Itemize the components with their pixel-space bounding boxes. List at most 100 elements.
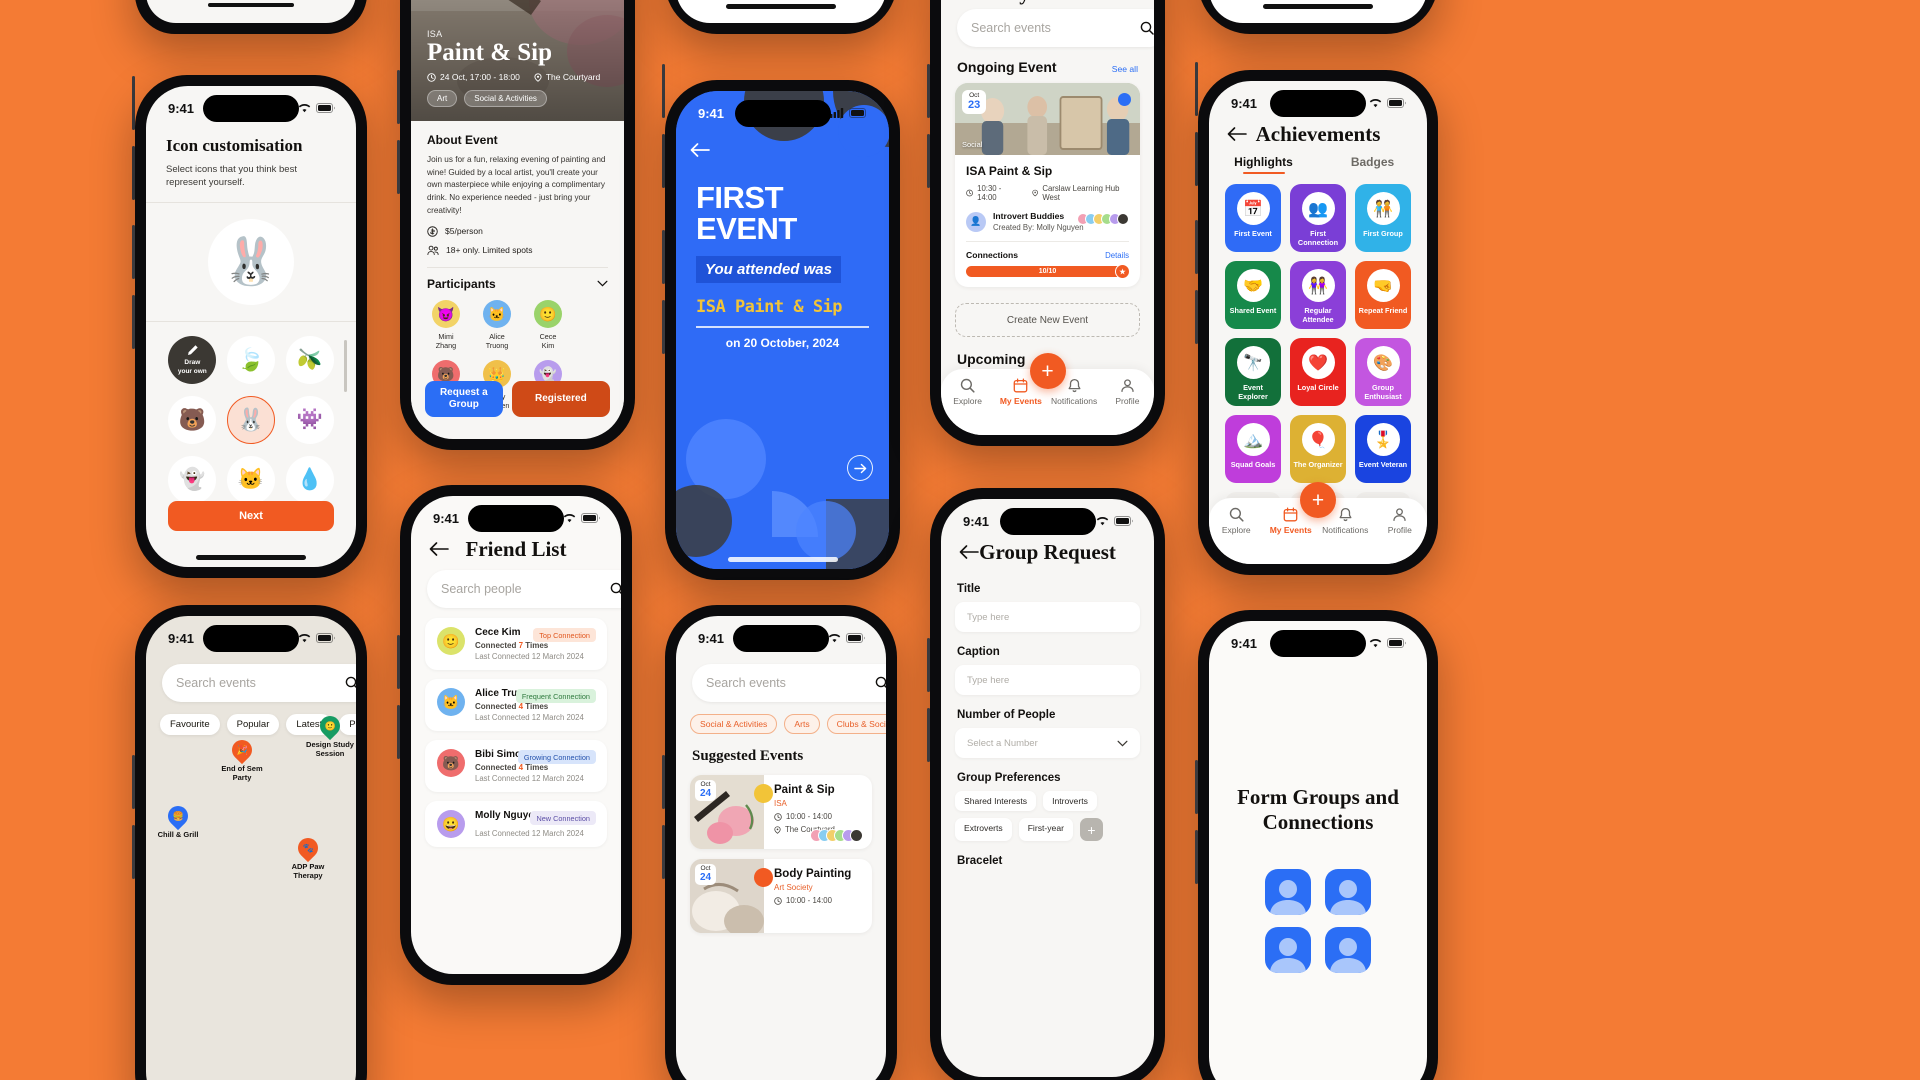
avatar-more xyxy=(1117,213,1129,225)
friend-row-bibi-simon[interactable]: 🐻 Bibi Simon Connected 4 Times Last Conn… xyxy=(425,740,607,792)
friend-row-molly-nguyen[interactable]: 😀 Molly Nguyen Last Connected 12 March 2… xyxy=(425,801,607,847)
icon-option-purple-ghost[interactable]: 👻 xyxy=(168,455,217,504)
next-arrow-button[interactable] xyxy=(847,455,873,481)
icon-option-draw-your-own[interactable]: Draw your own xyxy=(168,335,217,384)
participant-mimi-zhang[interactable]: 😈 Mimi Zhang xyxy=(427,299,465,350)
map-chip-popular[interactable]: Popular xyxy=(226,714,280,735)
connected-prefix: Connected xyxy=(475,763,517,772)
number-input[interactable] xyxy=(967,737,1117,749)
back-button[interactable] xyxy=(429,542,451,556)
badge-first-group[interactable]: 🧑‍🤝‍🧑 First Group xyxy=(1355,184,1411,252)
event-tag-art[interactable]: Art xyxy=(427,90,458,107)
avatar-illustration-row-1 xyxy=(1209,869,1427,916)
search-input[interactable] xyxy=(441,582,602,596)
chip-arts[interactable]: Arts xyxy=(784,714,820,734)
phone-group-name: Group Name xyxy=(132,0,367,200)
create-new-event-button[interactable]: Create New Event xyxy=(955,303,1140,337)
search-input[interactable] xyxy=(706,676,867,690)
pref-chip-shared-interests[interactable]: Shared Interests xyxy=(955,791,1037,811)
title-input[interactable] xyxy=(967,611,1128,623)
tab-explore[interactable]: Explore xyxy=(1209,507,1264,535)
badge-first-event[interactable]: 📅 First Event xyxy=(1225,184,1281,252)
back-button[interactable] xyxy=(1227,127,1249,141)
scrollbar-thumb[interactable] xyxy=(344,339,347,392)
chip-social-activities[interactable]: Social & Activities xyxy=(690,714,778,734)
friend-row-cece-kim[interactable]: 🙂 Cece Kim Connected 7 Times Last Connec… xyxy=(425,618,607,670)
pref-chip-introverts[interactable]: Introverts xyxy=(1043,791,1097,811)
icon-option-brown-cat[interactable]: 🐱 xyxy=(226,455,275,504)
pref-chip-first-year[interactable]: First-year xyxy=(1018,818,1073,841)
icon-option-green-monster[interactable]: 👾 xyxy=(285,395,334,444)
search-box[interactable] xyxy=(427,570,621,608)
icon-option-leaf-face[interactable]: 🍃 xyxy=(226,335,275,384)
friends-icon: 👭 xyxy=(1301,269,1335,302)
screen-suggested-events: 9:41 Social & Activities Arts xyxy=(676,616,886,1080)
friend-connected: Connected 4 Times xyxy=(475,763,595,772)
icon-option-blue-droplet[interactable]: 💧 xyxy=(285,455,334,504)
badge-shared-event[interactable]: 🤝 Shared Event xyxy=(1225,261,1281,329)
map-pin-chill-and-grill[interactable]: 🍔 xyxy=(163,801,193,831)
friend-row-alice-truong[interactable]: 🐱 Alice Truong Connected 4 Times Last Co… xyxy=(425,679,607,731)
back-button[interactable] xyxy=(690,143,710,157)
badge-regular-attendee[interactable]: 👭 Regular Attendee xyxy=(1290,261,1346,329)
next-button[interactable]: Next xyxy=(168,501,334,531)
badge-event-explorer[interactable]: 🔭 Event Explorer xyxy=(1225,338,1281,406)
avatar: 😀 xyxy=(437,810,465,838)
caption-input[interactable] xyxy=(967,674,1128,686)
ongoing-event-card[interactable]: Oct 23 Social ISA Paint & Sip 10:30 - 14… xyxy=(955,83,1140,287)
participant-cece-kim[interactable]: 🙂 Cece Kim xyxy=(529,299,567,350)
chip-clubs-societies[interactable]: Clubs & Societies xyxy=(826,714,886,734)
progress-text: 10/10 xyxy=(1038,268,1057,275)
badge-group-enthusiast[interactable]: 🎨 Group Enthusiast xyxy=(1355,338,1411,406)
search-box[interactable] xyxy=(692,664,886,702)
participant-alice-truong[interactable]: 🐱 Alice Truong xyxy=(478,299,516,350)
tab-profile[interactable]: Profile xyxy=(1373,507,1428,535)
search-input[interactable] xyxy=(176,676,337,690)
search-input[interactable] xyxy=(971,21,1132,35)
badge-name: The Organizer xyxy=(1293,460,1343,469)
back-button[interactable] xyxy=(959,545,981,559)
event-card-paint-and-sip[interactable]: Oct 24 Paint & Sip ISA 10:00 - 14:00 The… xyxy=(690,775,872,849)
registered-button[interactable]: Registered xyxy=(511,381,610,417)
icon-option-green-blob[interactable]: 🫒 xyxy=(285,335,334,384)
icon-option-pink-bunny-selected[interactable]: 🐰 xyxy=(226,395,275,444)
phone-explore-tabbar-right: + Explore My Events Notifications Profil… xyxy=(1195,0,1438,186)
badge-event-veteran[interactable]: 🎖️ Event Veteran xyxy=(1355,415,1411,483)
map-chip-favourite[interactable]: Favourite xyxy=(160,714,220,735)
event-meta-row: 10:30 - 14:00 Carslaw Learning Hub West xyxy=(966,184,1129,202)
icon-option-red-bear[interactable]: 🐻 xyxy=(168,395,217,444)
caption-field[interactable] xyxy=(955,665,1140,695)
request-a-group-button[interactable]: Request a Group xyxy=(425,381,503,417)
badge-loyal-circle[interactable]: ❤️ Loyal Circle xyxy=(1290,338,1346,406)
add-event-fab[interactable]: + xyxy=(1300,482,1336,518)
add-preference-button[interactable]: + xyxy=(1079,818,1103,841)
tab-badges[interactable]: Badges xyxy=(1318,155,1427,174)
event-card-body-painting[interactable]: Oct 24 Body Painting Art Society 10:00 -… xyxy=(690,859,872,933)
home-indicator xyxy=(727,557,838,562)
badge-squad-goals[interactable]: 🏔️ Squad Goals xyxy=(1225,415,1281,483)
tab-highlights[interactable]: Highlights xyxy=(1209,155,1318,174)
connections-progress-bar: 10/10 ★ xyxy=(966,264,1130,279)
event-organiser: ISA xyxy=(774,799,787,808)
event-tag-social[interactable]: Social & Activities xyxy=(464,90,547,107)
badge-repeat-friend[interactable]: 🤜 Repeat Friend xyxy=(1355,261,1411,329)
pref-chip-extroverts[interactable]: Extroverts xyxy=(955,818,1012,841)
search-box[interactable] xyxy=(957,9,1154,47)
search-icon xyxy=(1140,21,1154,35)
participants-row[interactable]: Participants xyxy=(427,277,608,291)
wifi-icon xyxy=(1096,517,1109,526)
badge-the-organizer[interactable]: 🎈 The Organizer xyxy=(1290,415,1346,483)
map-pin-adp-paw-therapy[interactable]: 🐾 xyxy=(293,833,323,863)
tab-explore[interactable]: Explore xyxy=(941,378,994,406)
map-chip-professional[interactable]: Professional xyxy=(339,714,356,735)
see-all-link[interactable]: See all xyxy=(1112,64,1138,74)
tab-profile[interactable]: Profile xyxy=(1101,378,1154,406)
battery-icon xyxy=(1114,516,1133,526)
details-link[interactable]: Details xyxy=(1105,251,1129,260)
number-select[interactable] xyxy=(955,728,1140,758)
palette-icon: 🎨 xyxy=(1366,346,1400,379)
add-event-fab[interactable]: + xyxy=(1029,353,1066,389)
title-field[interactable] xyxy=(955,602,1140,632)
search-box[interactable] xyxy=(162,664,356,702)
badge-first-connection[interactable]: 👥 First Connection xyxy=(1290,184,1346,252)
